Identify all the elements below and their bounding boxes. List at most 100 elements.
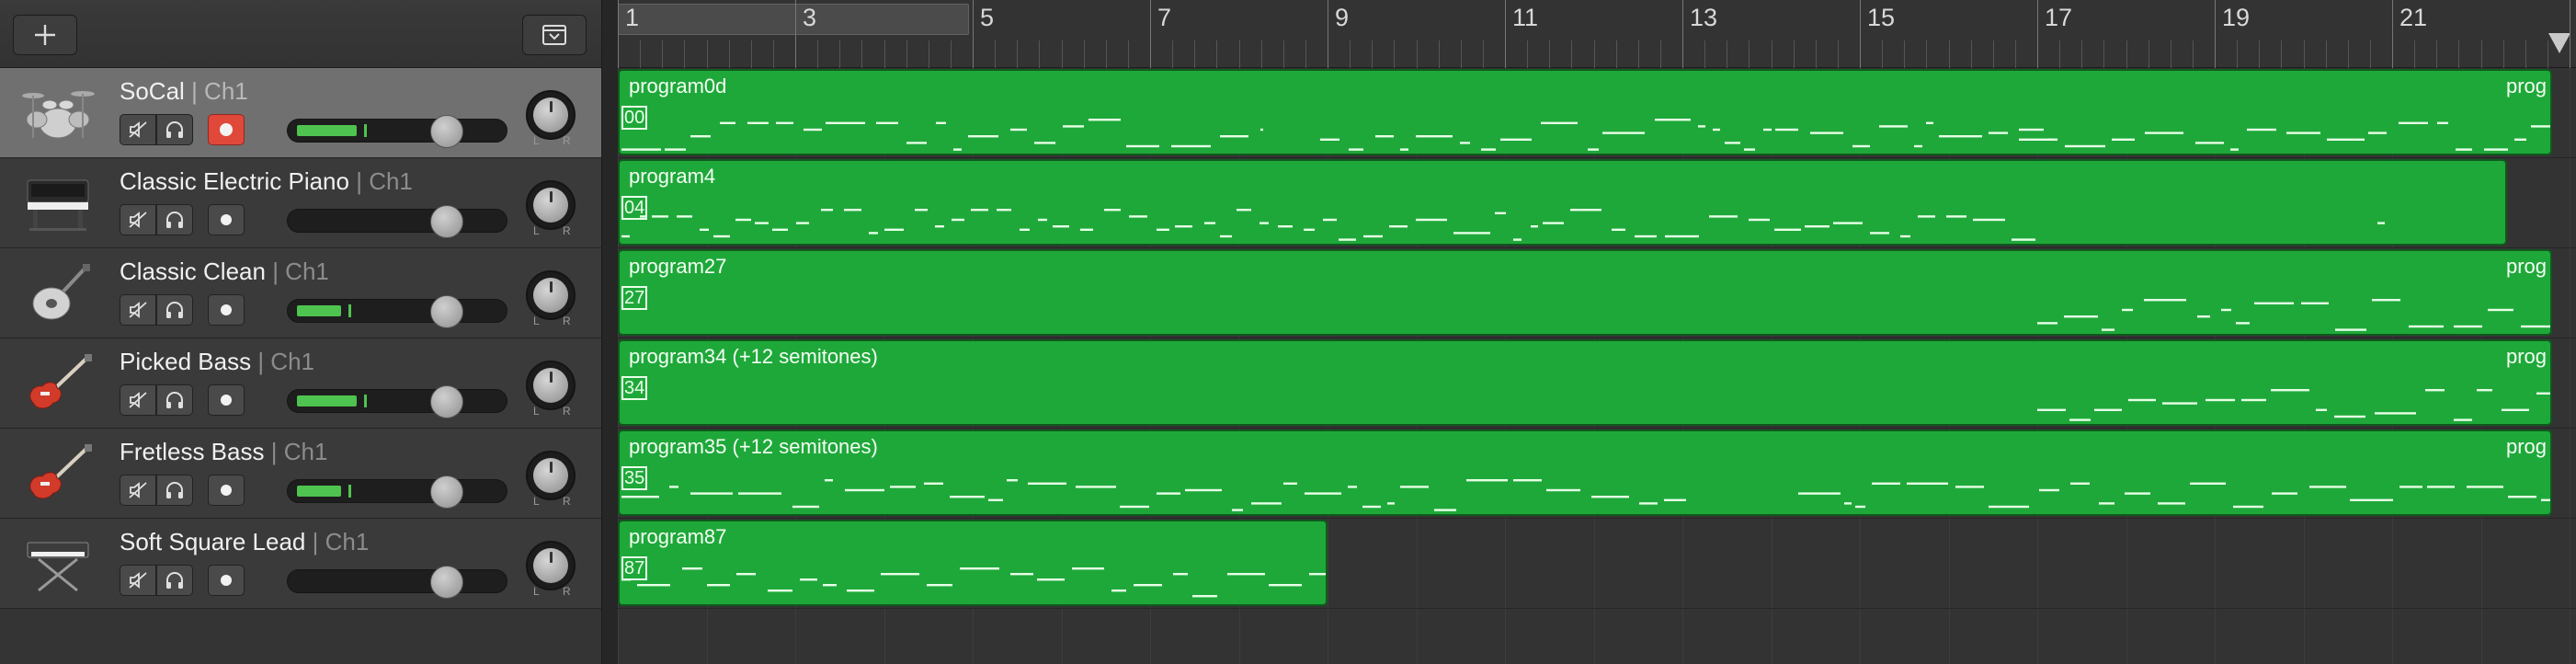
record-enable-button[interactable] (208, 294, 245, 326)
pan-knob[interactable] (526, 270, 576, 320)
midi-notes (621, 119, 2550, 151)
mute-button[interactable] (120, 204, 156, 235)
midi-note (1989, 505, 2029, 509)
track-name[interactable]: Picked Bass | Ch1 (120, 348, 314, 376)
track-header[interactable]: SoCal | Ch1 L R (0, 68, 601, 158)
pan-knob[interactable] (526, 451, 576, 500)
solo-button[interactable] (156, 475, 193, 506)
record-enable-button[interactable] (208, 565, 245, 596)
volume-slider[interactable] (287, 205, 507, 238)
mute-button[interactable] (120, 294, 156, 326)
midi-note (1400, 148, 1408, 151)
track-header[interactable]: Classic Electric Piano | Ch1 L R (0, 158, 601, 248)
midi-note (2327, 138, 2365, 141)
ruler-sub-tick (1350, 40, 1351, 68)
midi-note (1120, 505, 1149, 509)
solo-button[interactable] (156, 204, 193, 235)
midi-region[interactable]: program27 prog 27 (618, 249, 2552, 336)
volume-slider-knob[interactable] (430, 566, 463, 599)
arrange-area[interactable]: program0d prog 00 program4 04 program27 prog 27… (618, 68, 2576, 664)
track-name-label: Picked Bass (120, 348, 252, 375)
midi-note (1348, 486, 1357, 488)
midi-note (1053, 225, 1069, 228)
mute-button[interactable] (120, 475, 156, 506)
track-channel-label: | Ch1 (312, 528, 370, 555)
track-name-label: Soft Square Lead (120, 528, 306, 555)
midi-note (665, 148, 686, 151)
ruler-sub-tick (2081, 40, 2082, 68)
pan-knob[interactable] (526, 541, 576, 590)
header-divider[interactable] (601, 0, 618, 664)
pan-knob[interactable] (526, 180, 576, 230)
mute-button[interactable] (120, 114, 156, 145)
midi-note (1129, 215, 1147, 218)
track-name[interactable]: Soft Square Lead | Ch1 (120, 528, 369, 556)
midi-region[interactable]: program0d prog 00 (618, 69, 2552, 155)
midi-note (935, 225, 944, 228)
playhead-marker[interactable] (2548, 33, 2570, 53)
ruler-sub-tick (1704, 40, 1705, 68)
mute-button[interactable] (120, 384, 156, 416)
midi-note (652, 215, 668, 218)
track-name[interactable]: SoCal | Ch1 (120, 77, 248, 106)
ruler-sub-tick (884, 40, 885, 68)
pan-knob[interactable] (526, 90, 576, 140)
keyboard-stand-icon (20, 533, 96, 594)
volume-slider-knob[interactable] (430, 385, 463, 418)
ruler-sub-tick (1904, 40, 1905, 68)
record-enable-button[interactable] (208, 114, 245, 145)
ruler-sub-tick (1571, 40, 1572, 68)
bar-ruler[interactable]: 1 3 5 7 9 11 13 15 17 19 21 (618, 0, 2576, 68)
track-name[interactable]: Classic Clean | Ch1 (120, 258, 329, 286)
midi-note (1655, 119, 1691, 121)
volume-slider-knob[interactable] (430, 295, 463, 328)
track-header[interactable]: Fretless Bass | Ch1 L R (0, 429, 601, 519)
ruler-sub-tick (1128, 40, 1129, 68)
midi-note (1774, 228, 1801, 231)
cycle-region[interactable] (618, 4, 969, 35)
midi-region[interactable]: program34 (+12 semitones) prog 34 (618, 339, 2552, 426)
solo-button[interactable] (156, 294, 193, 326)
mute-button[interactable] (120, 565, 156, 596)
midi-region[interactable]: program35 (+12 semitones) prog 35 (618, 429, 2552, 516)
pan-indicator (550, 462, 553, 473)
volume-slider[interactable] (287, 475, 507, 509)
midi-note (1591, 496, 1629, 498)
solo-button[interactable] (156, 384, 193, 416)
track-header[interactable]: Classic Clean | Ch1 L R (0, 248, 601, 338)
pan-knob[interactable] (526, 361, 576, 410)
volume-slider[interactable] (287, 566, 507, 599)
solo-button[interactable] (156, 114, 193, 145)
track-header-menu-button[interactable] (522, 15, 587, 55)
record-enable-button[interactable] (208, 204, 245, 235)
volume-slider[interactable] (287, 115, 507, 148)
record-enable-button[interactable] (208, 384, 245, 416)
ruler-sub-tick (1305, 40, 1306, 68)
midi-notes (2037, 389, 2550, 421)
midi-note (1709, 215, 1738, 218)
midi-region[interactable]: program4 04 (618, 159, 2507, 246)
midi-region[interactable]: program87 87 (618, 520, 1328, 606)
record-enable-button[interactable] (208, 475, 245, 506)
ruler-sub-tick (2059, 40, 2060, 68)
solo-button[interactable] (156, 565, 193, 596)
track-header[interactable]: Soft Square Lead | Ch1 L R (0, 519, 601, 609)
track-name[interactable]: Fretless Bass | Ch1 (120, 438, 327, 466)
volume-slider-knob[interactable] (430, 115, 463, 148)
midi-note (669, 486, 678, 488)
ruler-bar-tick (1860, 0, 1861, 68)
volume-slider[interactable] (287, 385, 507, 418)
volume-slider[interactable] (287, 295, 507, 328)
ruler-sub-tick (2326, 40, 2327, 68)
track-name[interactable]: Classic Electric Piano | Ch1 (120, 167, 413, 196)
midi-note (677, 215, 692, 218)
track-header[interactable]: Picked Bass | Ch1 L R (0, 338, 601, 429)
midi-note (1157, 228, 1169, 231)
midi-note (1362, 505, 1381, 509)
track-channel-label: | Ch1 (356, 167, 413, 195)
add-track-button[interactable] (13, 15, 77, 55)
track-channel-label: | Ch1 (272, 258, 329, 285)
volume-slider-knob[interactable] (430, 475, 463, 509)
midi-note (1570, 209, 1601, 212)
volume-slider-knob[interactable] (430, 205, 463, 238)
